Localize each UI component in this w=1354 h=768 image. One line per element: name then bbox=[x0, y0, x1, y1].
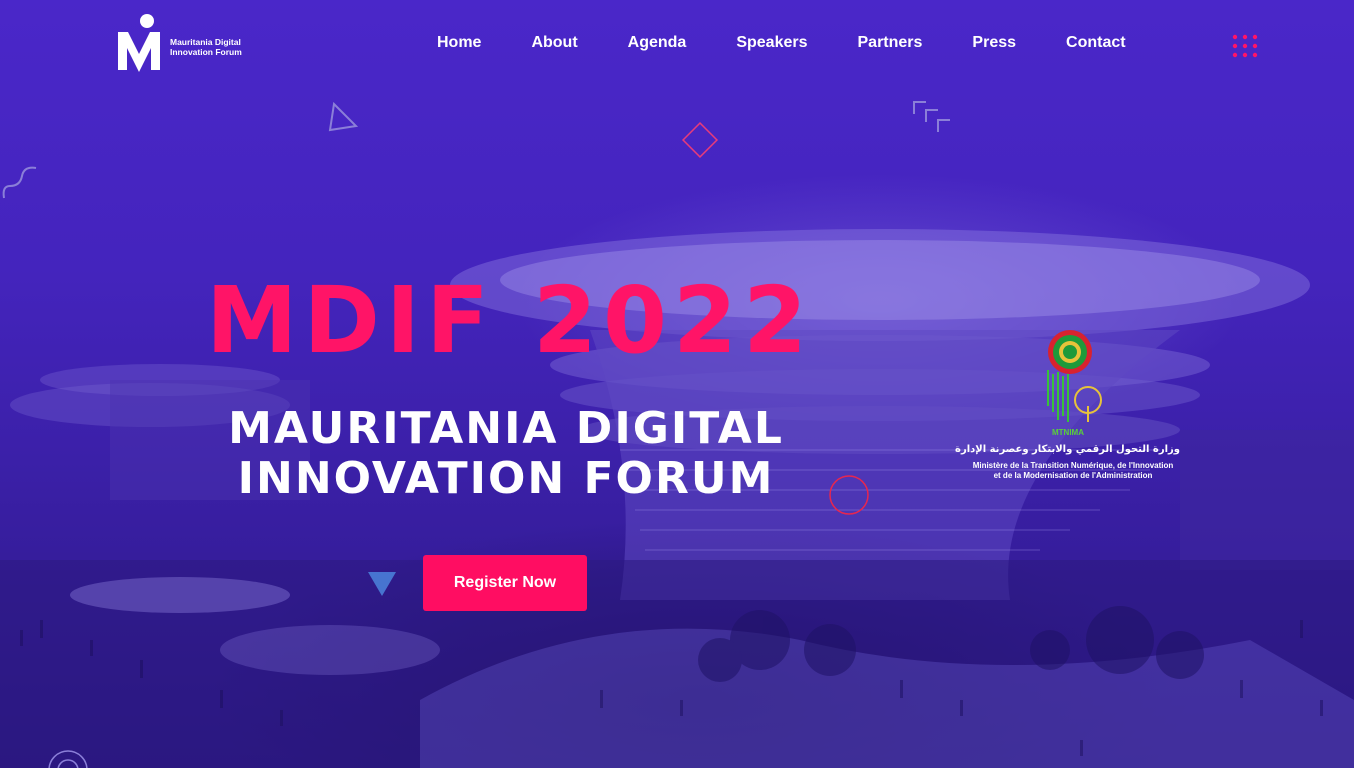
register-now-button[interactable]: Register Now bbox=[423, 555, 587, 611]
hero-subtitle-line-2: INNOVATION FORUM bbox=[237, 453, 775, 504]
nav-about[interactable]: About bbox=[531, 34, 577, 52]
nav-partners[interactable]: Partners bbox=[858, 34, 923, 52]
nav-agenda[interactable]: Agenda bbox=[628, 34, 687, 52]
grid-dots-icon[interactable] bbox=[1232, 34, 1260, 58]
hero-subtitle: MAURITANIA DIGITAL INNOVATION FORUM bbox=[206, 404, 806, 504]
squiggle-decoration bbox=[2, 166, 37, 199]
hero-section: Mauritania Digital Innovation Forum Home… bbox=[0, 0, 1354, 768]
nav-speakers[interactable]: Speakers bbox=[736, 34, 807, 52]
circle-outline-decoration bbox=[829, 475, 869, 515]
main-nav: Home About Agenda Speakers Partners Pres… bbox=[412, 34, 1151, 52]
nav-press[interactable]: Press bbox=[972, 34, 1016, 52]
hero-title: MDIF 2022 bbox=[206, 267, 814, 374]
ministry-acronym: MTNIMA bbox=[1052, 428, 1084, 437]
ministry-french-line-2: et de la Modernisation de l'Administrati… bbox=[993, 471, 1153, 480]
ministry-logo: MTNIMA وزارة التحول الرقمي والابتكار وعص… bbox=[955, 328, 1180, 488]
logo-m-icon bbox=[118, 14, 160, 72]
ministry-french-name: Ministère de la Transition Numérique, de… bbox=[966, 461, 1180, 481]
ministry-arabic-name: وزارة التحول الرقمي والابتكار وعصرنة الإ… bbox=[955, 444, 1180, 455]
triangle-filled-decoration bbox=[368, 572, 396, 596]
ministry-emblem-icon bbox=[1047, 330, 1102, 422]
diamond-outline-decoration bbox=[681, 121, 719, 159]
nav-contact[interactable]: Contact bbox=[1066, 34, 1126, 52]
circle-bottom-decoration bbox=[48, 750, 88, 768]
logo-line-2: Innovation Forum bbox=[170, 47, 242, 57]
hero-subtitle-line-1: MAURITANIA DIGITAL bbox=[228, 403, 784, 454]
triangle-outline-decoration bbox=[328, 101, 359, 132]
nav-home[interactable]: Home bbox=[437, 34, 481, 52]
logo-text: Mauritania Digital Innovation Forum bbox=[170, 37, 250, 57]
ministry-french-line-1: Ministère de la Transition Numérique, de… bbox=[972, 461, 1174, 470]
logo-line-1: Mauritania Digital bbox=[170, 37, 241, 47]
chevrons-decoration bbox=[913, 101, 950, 132]
site-logo[interactable]: Mauritania Digital Innovation Forum bbox=[116, 12, 250, 74]
